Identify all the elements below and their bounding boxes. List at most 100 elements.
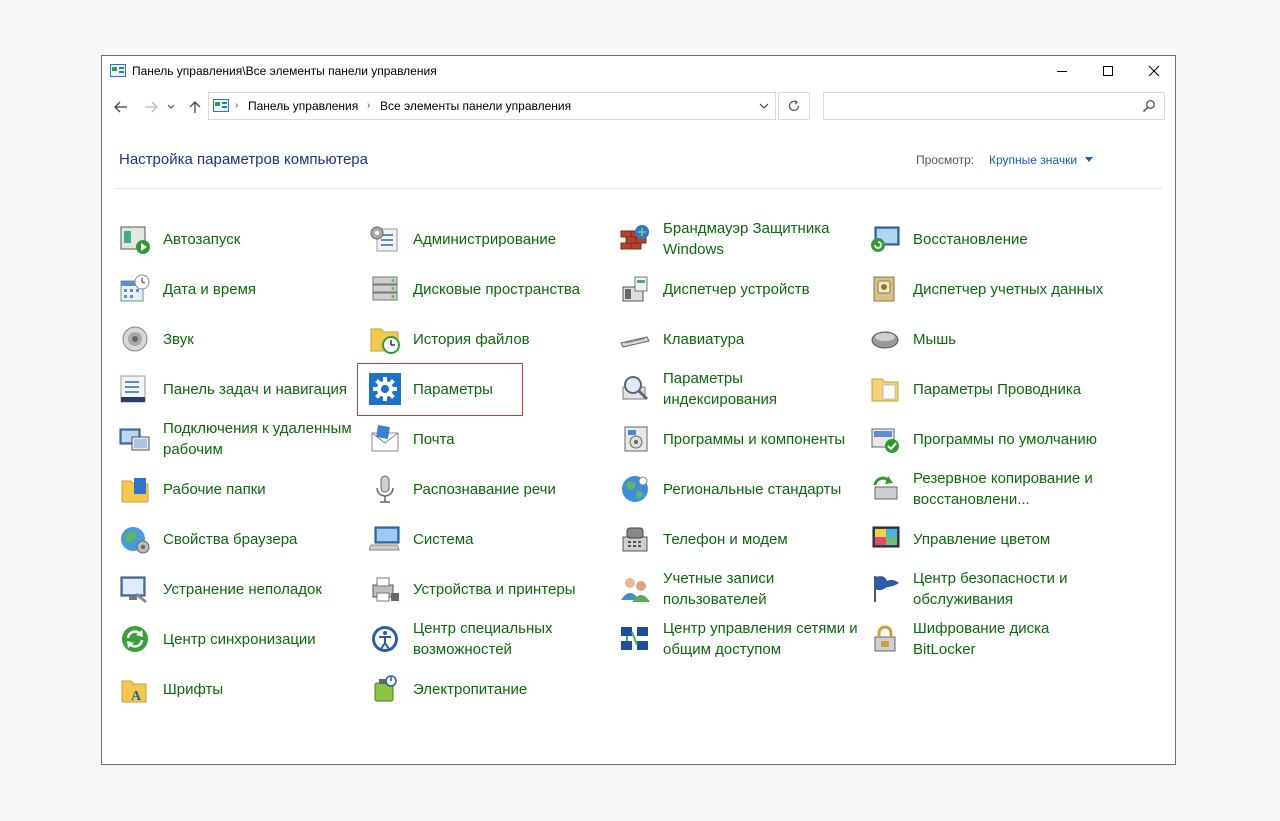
control-panel-item-label[interactable]: Центр управления сетями и общим доступом bbox=[663, 616, 859, 662]
dropdown-arrow-icon[interactable] bbox=[1085, 157, 1093, 162]
control-panel-item[interactable]: Центр управления сетями и общим доступом bbox=[619, 616, 859, 662]
control-panel-item[interactable]: Программы и компоненты bbox=[619, 416, 859, 462]
firewall-icon[interactable] bbox=[619, 223, 651, 255]
system-icon[interactable] bbox=[369, 523, 401, 555]
control-panel-item-label[interactable]: Телефон и модем bbox=[663, 516, 859, 562]
speaker-icon[interactable] bbox=[119, 323, 151, 355]
control-panel-item-label[interactable]: Дисковые пространства bbox=[413, 266, 609, 312]
control-panel-item-label[interactable]: Диспетчер учетных данных bbox=[913, 266, 1109, 312]
control-panel-item-label[interactable]: Региональные стандарты bbox=[663, 466, 859, 512]
control-panel-item[interactable]: Администрирование bbox=[369, 216, 609, 262]
network-center-icon[interactable] bbox=[619, 623, 651, 655]
region-globe-icon[interactable] bbox=[619, 473, 651, 505]
control-panel-item-label[interactable]: Центр специальных возможностей bbox=[413, 616, 609, 662]
control-panel-item-label[interactable]: История файлов bbox=[413, 316, 609, 362]
close-button[interactable] bbox=[1131, 56, 1177, 86]
up-button[interactable] bbox=[185, 97, 205, 117]
control-panel-item[interactable]: Мышь bbox=[869, 316, 1109, 362]
control-panel-item-label[interactable]: Почта bbox=[413, 416, 609, 462]
remote-desktop-icon[interactable] bbox=[119, 423, 151, 455]
minimize-button[interactable] bbox=[1039, 56, 1085, 86]
control-panel-item-label[interactable]: Панель задач и навигация bbox=[163, 366, 359, 412]
control-panel-item[interactable]: Резервное копирование и восстановлени... bbox=[869, 466, 1109, 512]
search-box[interactable] bbox=[823, 92, 1165, 120]
bitlocker-icon[interactable] bbox=[869, 623, 901, 655]
power-options-icon[interactable] bbox=[369, 673, 401, 705]
view-mode-dropdown[interactable]: Крупные значки bbox=[989, 153, 1077, 167]
admin-tools-icon[interactable] bbox=[369, 223, 401, 255]
color-management-icon[interactable] bbox=[869, 523, 901, 555]
backup-restore-icon[interactable] bbox=[869, 473, 901, 505]
control-panel-item[interactable]: Электропитание bbox=[369, 666, 609, 712]
control-panel-item[interactable]: Учетные записи пользователей bbox=[619, 566, 859, 612]
user-accounts-icon[interactable] bbox=[619, 573, 651, 605]
control-panel-item-label[interactable]: Звук bbox=[163, 316, 359, 362]
control-panel-item-label[interactable]: Электропитание bbox=[413, 666, 609, 712]
control-panel-item[interactable]: Почта bbox=[369, 416, 609, 462]
control-panel-item-label[interactable]: Параметры индексирования bbox=[663, 366, 859, 412]
control-panel-item[interactable]: Автозапуск bbox=[119, 216, 359, 262]
control-panel-item[interactable]: Центр безопасности и обслуживания bbox=[869, 566, 1109, 612]
security-flag-icon[interactable] bbox=[869, 573, 901, 605]
control-panel-item[interactable]: Программы по умолчанию bbox=[869, 416, 1109, 462]
file-history-icon[interactable] bbox=[369, 323, 401, 355]
work-folders-icon[interactable] bbox=[119, 473, 151, 505]
keyboard-icon[interactable] bbox=[619, 323, 651, 355]
refresh-button[interactable] bbox=[778, 92, 810, 120]
control-panel-item-label[interactable]: Устройства и принтеры bbox=[413, 566, 609, 612]
control-panel-item[interactable]: A Шрифты bbox=[119, 666, 359, 712]
control-panel-item-label[interactable]: Восстановление bbox=[913, 216, 1109, 262]
control-panel-item[interactable]: Параметры Проводника bbox=[869, 366, 1109, 412]
indexing-icon[interactable] bbox=[619, 373, 651, 405]
address-bar[interactable]: › Панель управления › Все элементы панел… bbox=[208, 92, 776, 120]
autoplay-icon[interactable] bbox=[119, 223, 151, 255]
control-panel-item[interactable]: Устранение неполадок bbox=[119, 566, 359, 612]
internet-options-icon[interactable] bbox=[119, 523, 151, 555]
control-panel-item-label[interactable]: Система bbox=[413, 516, 609, 562]
fonts-icon[interactable]: A bbox=[119, 673, 151, 705]
control-panel-item-label[interactable]: Подключения к удаленным рабочим bbox=[163, 416, 359, 462]
control-panel-item[interactable]: Телефон и модем bbox=[619, 516, 859, 562]
control-panel-item[interactable]: Диспетчер учетных данных bbox=[869, 266, 1109, 312]
control-panel-item[interactable]: Центр специальных возможностей bbox=[369, 616, 609, 662]
search-icon[interactable] bbox=[1142, 99, 1156, 113]
control-panel-item-label[interactable]: Брандмауэр Защитника Windows bbox=[663, 216, 859, 262]
control-panel-item[interactable]: Система bbox=[369, 516, 609, 562]
control-panel-item-label[interactable]: Мышь bbox=[913, 316, 1109, 362]
control-panel-item[interactable]: Дисковые пространства bbox=[369, 266, 609, 312]
address-dropdown-button[interactable] bbox=[753, 93, 775, 119]
device-manager-icon[interactable] bbox=[619, 273, 651, 305]
control-panel-item-label[interactable]: Устранение неполадок bbox=[163, 566, 359, 612]
control-panel-item[interactable]: Свойства браузера bbox=[119, 516, 359, 562]
troubleshooting-icon[interactable] bbox=[119, 573, 151, 605]
breadcrumb-all-items[interactable]: Все элементы панели управления bbox=[380, 99, 571, 113]
control-panel-item-label[interactable]: Шифрование диска BitLocker bbox=[913, 616, 1109, 662]
control-panel-item-label[interactable]: Центр безопасности и обслуживания bbox=[913, 566, 1109, 612]
control-panel-item[interactable]: Подключения к удаленным рабочим bbox=[119, 416, 359, 462]
control-panel-item-label[interactable]: Программы и компоненты bbox=[663, 416, 859, 462]
control-panel-item-label[interactable]: Дата и время bbox=[163, 266, 359, 312]
taskbar-icon[interactable] bbox=[119, 373, 151, 405]
breadcrumb-separator-icon[interactable]: › bbox=[367, 100, 370, 111]
control-panel-item[interactable]: Рабочие папки bbox=[119, 466, 359, 512]
control-panel-item[interactable]: Панель задач и навигация bbox=[119, 366, 359, 412]
recent-locations-button[interactable] bbox=[165, 97, 177, 117]
control-panel-item-label[interactable]: Шрифты bbox=[163, 666, 359, 712]
control-panel-item[interactable]: Восстановление bbox=[869, 216, 1109, 262]
printer-icon[interactable] bbox=[369, 573, 401, 605]
storage-spaces-icon[interactable] bbox=[369, 273, 401, 305]
control-panel-item-label[interactable]: Автозапуск bbox=[163, 216, 359, 262]
programs-icon[interactable] bbox=[619, 423, 651, 455]
control-panel-item[interactable]: Управление цветом bbox=[869, 516, 1109, 562]
mouse-icon[interactable] bbox=[869, 323, 901, 355]
maximize-button[interactable] bbox=[1085, 56, 1131, 86]
control-panel-item[interactable]: Распознавание речи bbox=[369, 466, 609, 512]
control-panel-item-label[interactable]: Центр синхронизации bbox=[163, 616, 359, 662]
title-bar[interactable]: Панель управления\Все элементы панели уп… bbox=[102, 56, 1175, 88]
breadcrumb-separator-icon[interactable]: › bbox=[235, 100, 238, 111]
control-panel-item-label[interactable]: Администрирование bbox=[413, 216, 609, 262]
control-panel-item-label[interactable]: Управление цветом bbox=[913, 516, 1109, 562]
accessibility-icon[interactable] bbox=[369, 623, 401, 655]
sync-center-icon[interactable] bbox=[119, 623, 151, 655]
mail-icon[interactable] bbox=[369, 423, 401, 455]
